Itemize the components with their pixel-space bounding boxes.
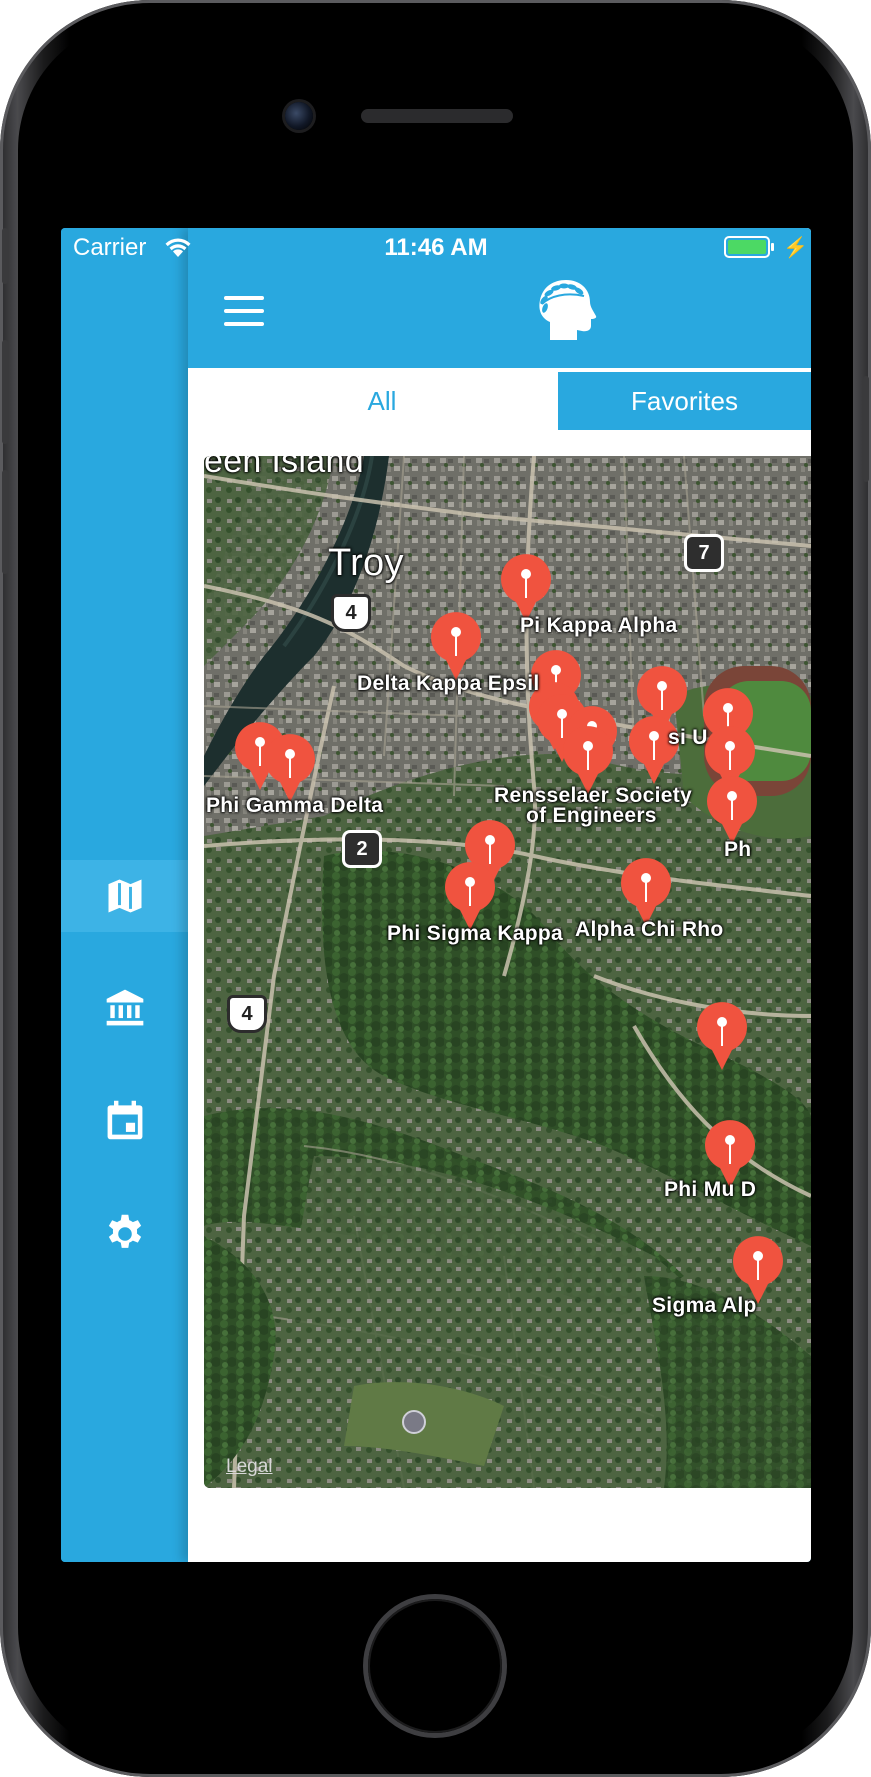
segmented-control: All Favorites [204,370,811,432]
map-pin-label: si U [668,726,708,749]
side-menu-item-institution[interactable] [61,972,188,1044]
home-button[interactable] [368,1599,502,1733]
battery-level [728,240,766,254]
gear-icon [108,1214,141,1248]
status-bar: Carrier 11:46 AM ⚡ [61,228,811,268]
route-shield: 4 [331,594,371,632]
calendar-icon [107,1100,142,1140]
map-pin-label: Delta Kappa Epsil [357,672,540,695]
map-pin-marker[interactable] [624,714,684,786]
institution-icon [106,989,143,1026]
route-shield: 2 [342,830,382,868]
laurel-head-logo [539,280,597,340]
phone-frame: All Favorites een Island Troy 4 4 7 2 Pi… [0,0,871,1777]
map-pin-label: Sigma Alp [652,1294,757,1317]
route-shield: 4 [227,995,267,1033]
map-pin-label: Phi Mu D [664,1178,757,1201]
front-camera [285,102,313,130]
battery-icon [724,236,770,258]
tab-all[interactable]: All [206,372,558,430]
volume-down-button [2,470,8,574]
charging-bolt-icon: ⚡ [783,237,808,259]
map-pin-label: Pi Kappa Alpha [520,614,678,637]
tab-favorites[interactable]: Favorites [558,372,811,430]
side-menu-item-calendar[interactable] [61,1084,188,1156]
side-menu-item-map[interactable] [61,860,188,932]
map-place-label: Troy [328,542,404,584]
map-pin-label: Ph [724,838,752,861]
map-pin-marker[interactable] [702,774,762,846]
power-button [863,376,869,482]
satellite-map[interactable]: een Island Troy 4 4 7 2 Pi Kappa Alpha D… [204,456,811,1488]
main-content: All Favorites een Island Troy 4 4 7 2 Pi… [188,228,811,1562]
map-pin-label: of Engineers [526,804,657,827]
mute-switch [2,228,8,284]
map-pin-marker[interactable] [692,1000,752,1072]
screen: All Favorites een Island Troy 4 4 7 2 Pi… [61,228,811,1562]
status-time: 11:46 AM [384,234,488,261]
side-menu [61,228,188,1562]
map-pin-label: Phi Sigma Kappa [387,922,564,945]
volume-up-button [2,340,8,444]
map-icon [108,879,141,913]
map-pin-label: Phi Gamma Delta [206,794,384,817]
hamburger-icon[interactable] [224,296,264,326]
route-shield: 7 [684,534,724,572]
battery-nub [771,243,774,251]
map-legal-link[interactable]: Legal [226,1456,273,1478]
earpiece-speaker [361,109,513,123]
map-place-label: een Island [204,456,364,480]
map-pin-label: Alpha Chi Rho [575,918,724,941]
side-menu-item-settings[interactable] [61,1198,188,1270]
